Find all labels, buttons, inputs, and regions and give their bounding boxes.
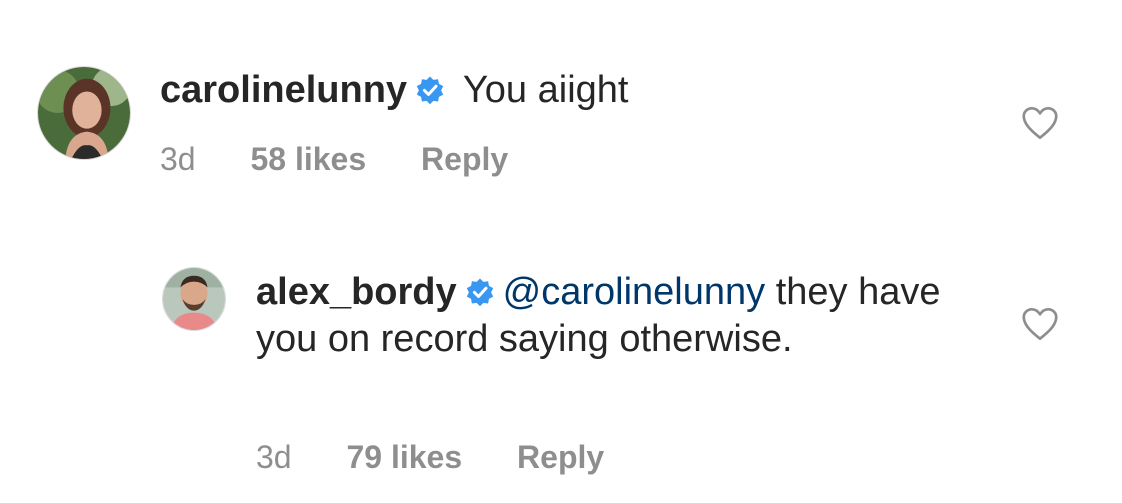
verified-badge-icon — [416, 76, 444, 105]
comment-body: carolinelunny You aiight — [160, 67, 960, 114]
avatar-image — [163, 268, 225, 330]
mention-link[interactable]: @carolinelunny — [503, 271, 766, 313]
avatar-carolinelunny[interactable] — [37, 66, 131, 160]
comment-meta: 3d 79 likes Reply — [256, 438, 604, 476]
verified-badge-icon — [466, 278, 493, 307]
comment-likes[interactable]: 58 likes — [250, 140, 366, 178]
reply-button[interactable]: Reply — [421, 140, 508, 178]
comment-username[interactable]: carolinelunny — [160, 69, 407, 111]
comment-username[interactable]: alex_bordy — [256, 271, 457, 313]
comment-time[interactable]: 3d — [256, 438, 292, 476]
avatar-image — [38, 67, 130, 159]
comment-meta: 3d 58 likes Reply — [160, 140, 508, 178]
comment-time[interactable]: 3d — [160, 140, 196, 178]
reply-button[interactable]: Reply — [517, 438, 604, 476]
comment-likes[interactable]: 79 likes — [346, 438, 462, 476]
avatar-alex-bordy[interactable] — [162, 267, 226, 331]
comment-body: alex_bordy @carolinelunny they have you … — [256, 269, 956, 363]
comment-text: You aiight — [453, 69, 629, 111]
heart-icon[interactable] — [1021, 307, 1059, 341]
heart-icon[interactable] — [1021, 106, 1059, 140]
